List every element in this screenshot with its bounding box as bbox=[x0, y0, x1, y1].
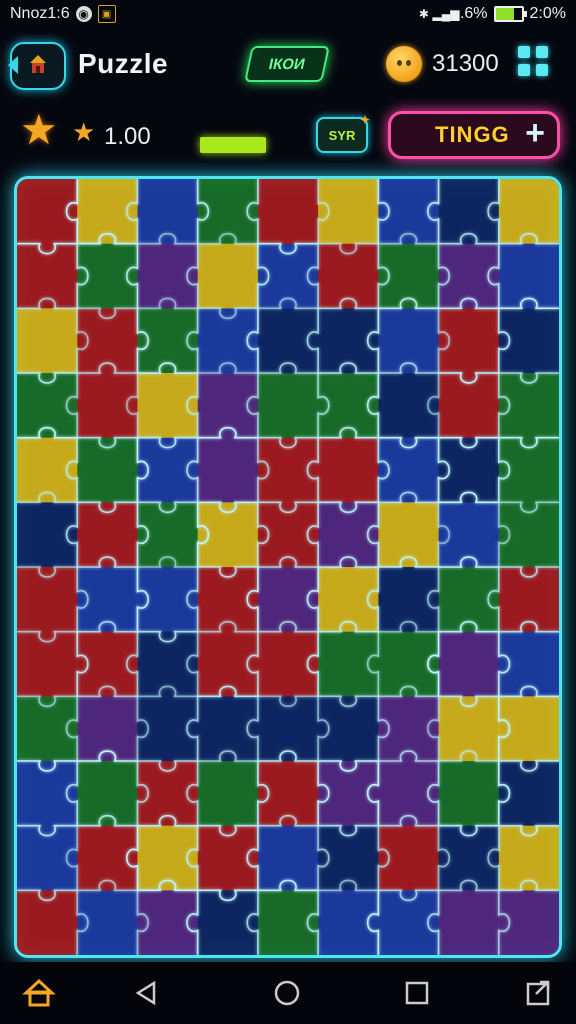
signal-icon: ▂▄▆ bbox=[432, 7, 460, 21]
puzzle-piece[interactable] bbox=[257, 890, 319, 955]
puzzle-piece[interactable] bbox=[257, 179, 319, 245]
puzzle-piece[interactable] bbox=[498, 308, 559, 374]
puzzle-piece[interactable] bbox=[318, 890, 379, 955]
puzzle-piece[interactable] bbox=[137, 567, 199, 633]
back-button[interactable] bbox=[8, 42, 66, 90]
puzzle-piece[interactable] bbox=[378, 825, 440, 891]
back-triangle-icon[interactable] bbox=[130, 976, 164, 1010]
puzzle-piece[interactable] bbox=[137, 696, 199, 762]
chevron-left-icon bbox=[8, 56, 18, 74]
puzzle-piece[interactable] bbox=[17, 179, 78, 245]
puzzle-piece[interactable] bbox=[257, 631, 319, 697]
battery-percent: .6% bbox=[459, 5, 488, 22]
puzzle-piece[interactable] bbox=[137, 890, 199, 955]
stats-row: ★ ★ 1.00 SYR ✦ TINGG + bbox=[0, 105, 576, 165]
progress-fill bbox=[200, 137, 266, 153]
puzzle-piece[interactable] bbox=[197, 243, 259, 309]
tag-badge[interactable]: ІКОИ bbox=[244, 46, 330, 82]
puzzle-piece[interactable] bbox=[17, 308, 78, 374]
sparkle-icon: ✦ bbox=[359, 113, 370, 127]
puzzle-piece[interactable] bbox=[318, 631, 379, 697]
status-bar: Nnoz1:6 ◉ ▣ ✱ ▂▄▆ .6% 2:0% bbox=[0, 0, 576, 28]
stars-count: 1.00 bbox=[104, 123, 151, 150]
app-notification-icon: ▣ bbox=[97, 5, 116, 23]
share-icon[interactable] bbox=[522, 976, 556, 1010]
header: Puzzle ІКОИ 31300 bbox=[0, 30, 576, 100]
hint-badge[interactable]: SYR ✦ bbox=[316, 113, 370, 153]
notification-icon: ◉ bbox=[75, 6, 92, 22]
coin-count: 31300 bbox=[432, 50, 499, 77]
home-icon[interactable] bbox=[22, 976, 56, 1010]
coin-icon bbox=[386, 46, 422, 82]
puzzle-piece[interactable] bbox=[318, 437, 379, 503]
coin-eye-right bbox=[406, 60, 411, 66]
grid-cell-icon bbox=[518, 46, 530, 58]
nav-bar bbox=[0, 962, 576, 1024]
grid-menu-button[interactable] bbox=[518, 46, 552, 80]
hint-badge-label: SYR bbox=[328, 127, 356, 143]
puzzle-piece[interactable] bbox=[137, 373, 199, 439]
tingg-button-label: TINGG bbox=[435, 122, 510, 147]
puzzle-piece[interactable] bbox=[498, 696, 559, 762]
puzzle-piece[interactable] bbox=[438, 308, 500, 374]
home-circle-icon[interactable] bbox=[270, 976, 304, 1010]
plus-icon: + bbox=[525, 114, 545, 152]
puzzle-pieces[interactable] bbox=[17, 179, 559, 955]
puzzle-piece[interactable] bbox=[77, 890, 138, 955]
puzzle-piece[interactable] bbox=[257, 373, 319, 439]
battery-icon bbox=[493, 6, 527, 22]
grid-cell-icon bbox=[536, 46, 548, 58]
puzzle-piece[interactable] bbox=[438, 890, 500, 955]
puzzle-board[interactable] bbox=[14, 176, 562, 958]
grid-cell-icon bbox=[518, 64, 530, 76]
clock: 2:0% bbox=[529, 5, 566, 22]
puzzle-piece[interactable] bbox=[77, 243, 138, 309]
puzzle-piece[interactable] bbox=[378, 373, 440, 439]
puzzle-piece[interactable] bbox=[197, 437, 259, 503]
page-title: Puzzle bbox=[78, 48, 169, 79]
bluetooth-icon: ✱ bbox=[418, 7, 429, 21]
puzzle-piece[interactable] bbox=[438, 761, 500, 827]
puzzle-piece[interactable] bbox=[318, 179, 379, 245]
progress-bar bbox=[200, 137, 266, 153]
coin-eye-left bbox=[397, 60, 402, 66]
star-small-icon: ★ bbox=[72, 117, 96, 147]
puzzle-piece[interactable] bbox=[77, 373, 138, 439]
tag-badge-label: ІКОИ bbox=[267, 55, 307, 73]
star-icon: ★ bbox=[20, 106, 58, 153]
recents-square-icon[interactable] bbox=[400, 976, 434, 1010]
puzzle-piece[interactable] bbox=[498, 890, 559, 955]
carrier-label: Nnoz1:6 bbox=[10, 5, 70, 22]
castle-icon bbox=[30, 55, 46, 73]
puzzle-piece[interactable] bbox=[17, 502, 78, 568]
grid-cell-icon bbox=[536, 64, 548, 76]
puzzle-piece[interactable] bbox=[197, 761, 259, 827]
tingg-button[interactable]: TINGG + bbox=[388, 111, 560, 159]
puzzle-piece[interactable] bbox=[438, 631, 500, 697]
